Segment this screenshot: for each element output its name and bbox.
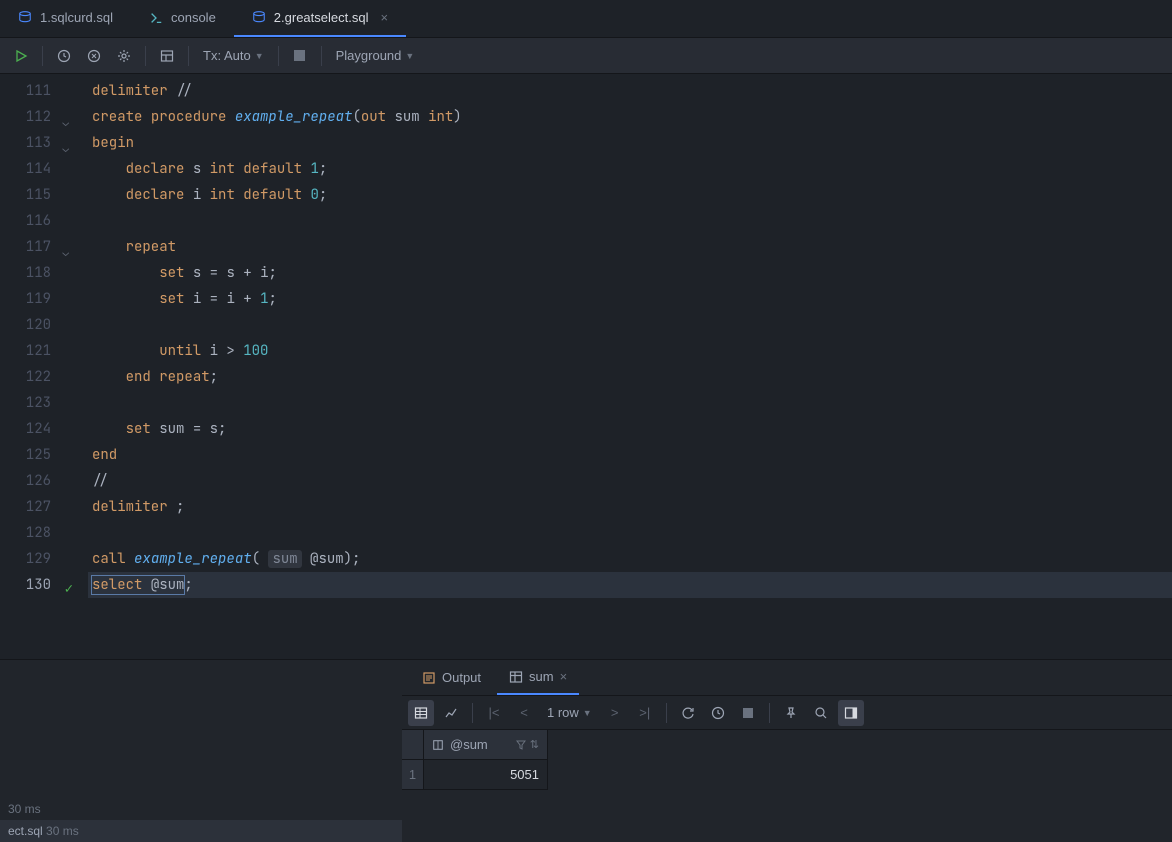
tab-label: console [171, 10, 216, 25]
sum-tab-label: sum [529, 669, 554, 684]
gear-icon [117, 49, 131, 63]
layout-button[interactable] [154, 43, 180, 69]
playground-select[interactable]: Playground ▼ [330, 48, 421, 63]
grid-icon [414, 706, 428, 720]
settings-button[interactable] [111, 43, 137, 69]
separator [145, 46, 146, 66]
tx-label: Tx: Auto [203, 48, 251, 63]
chevron-down-icon: ▼ [405, 51, 414, 61]
result-grid: @sum ⇅ 1 5051 [402, 730, 1172, 790]
output-tab-label: Output [442, 670, 481, 685]
prev-page-button[interactable]: < [511, 700, 537, 726]
editor-toolbar: Tx: Auto ▼ Playground ▼ [0, 38, 1172, 74]
grid-corner [402, 730, 424, 760]
grid-view-button[interactable] [408, 700, 434, 726]
chevron-down-icon: ▼ [583, 708, 592, 718]
clock-icon [57, 49, 71, 63]
rollback-icon [87, 49, 101, 63]
close-icon[interactable]: × [380, 10, 388, 25]
result-tabs: Output sum × [402, 660, 1172, 696]
cell-value[interactable]: 5051 [424, 760, 548, 790]
result-toolbar: |< < 1 row ▼ > >| [402, 696, 1172, 730]
separator [472, 703, 473, 723]
output-tab[interactable]: Output [410, 660, 493, 695]
column-icon [432, 739, 444, 751]
pin-button[interactable] [778, 700, 804, 726]
next-page-button[interactable]: > [602, 700, 628, 726]
layout-icon [160, 49, 174, 63]
history-button[interactable] [51, 43, 77, 69]
bottom-panel: 30 ms ect.sql 30 ms Output sum × [0, 659, 1172, 842]
playground-label: Playground [336, 48, 402, 63]
filter-sort-icons[interactable]: ⇅ [516, 738, 539, 751]
close-icon[interactable]: × [560, 669, 568, 684]
separator [278, 46, 279, 66]
reload-icon [681, 706, 695, 720]
clock-icon [711, 706, 725, 720]
panel-button[interactable] [838, 700, 864, 726]
tab-label: 2.greatselect.sql [274, 10, 369, 25]
sum-tab[interactable]: sum × [497, 660, 579, 695]
column-name: @sum [450, 737, 488, 752]
line-gutter: 111112⌄113⌄114115116117⌄1181191201211221… [0, 74, 88, 659]
reload-button[interactable] [675, 700, 701, 726]
database-icon [252, 11, 266, 25]
file-tabs: 1.sqlcurd.sql console 2.greatselect.sql … [0, 0, 1172, 38]
separator [769, 703, 770, 723]
stop-icon [294, 50, 305, 61]
console-icon [149, 11, 163, 25]
status-time: 30 ms [0, 798, 402, 820]
search-button[interactable] [808, 700, 834, 726]
filter-icon [516, 740, 526, 750]
stop-icon [743, 708, 753, 718]
services-panel: 30 ms ect.sql 30 ms [0, 660, 402, 842]
grid-row[interactable]: 1 5051 [402, 760, 1172, 790]
separator [42, 46, 43, 66]
chart-icon [444, 706, 458, 720]
pin-icon [784, 706, 798, 720]
status-file: ect.sql 30 ms [0, 820, 402, 842]
database-icon [18, 11, 32, 25]
run-button[interactable] [8, 43, 34, 69]
rows-count[interactable]: 1 row ▼ [541, 705, 598, 720]
tab-sqlcurd[interactable]: 1.sqlcurd.sql [0, 0, 131, 37]
stop-result-button[interactable] [735, 700, 761, 726]
output-icon [422, 671, 436, 685]
tab-greatselect[interactable]: 2.greatselect.sql × [234, 0, 406, 37]
result-panel: Output sum × |< < 1 row [402, 660, 1172, 842]
tx-mode-select[interactable]: Tx: Auto ▼ [197, 48, 270, 63]
rollback-button[interactable] [81, 43, 107, 69]
search-icon [814, 706, 828, 720]
first-page-button[interactable]: |< [481, 700, 507, 726]
separator [188, 46, 189, 66]
grid-column-header[interactable]: @sum ⇅ [424, 730, 548, 760]
tab-label: 1.sqlcurd.sql [40, 10, 113, 25]
panel-icon [844, 706, 858, 720]
tab-console[interactable]: console [131, 0, 234, 37]
separator [666, 703, 667, 723]
table-icon [509, 670, 523, 684]
last-page-button[interactable]: >| [632, 700, 658, 726]
grid-header: @sum ⇅ [402, 730, 1172, 760]
separator [321, 46, 322, 66]
stop-button[interactable] [287, 43, 313, 69]
play-icon [14, 49, 28, 63]
code-area[interactable]: delimiter //create procedure example_rep… [88, 74, 1172, 659]
duration-button[interactable] [705, 700, 731, 726]
code-editor[interactable]: 111112⌄113⌄114115116117⌄1181191201211221… [0, 74, 1172, 659]
chart-view-button[interactable] [438, 700, 464, 726]
chevron-down-icon: ▼ [255, 51, 264, 61]
row-index: 1 [402, 760, 424, 790]
